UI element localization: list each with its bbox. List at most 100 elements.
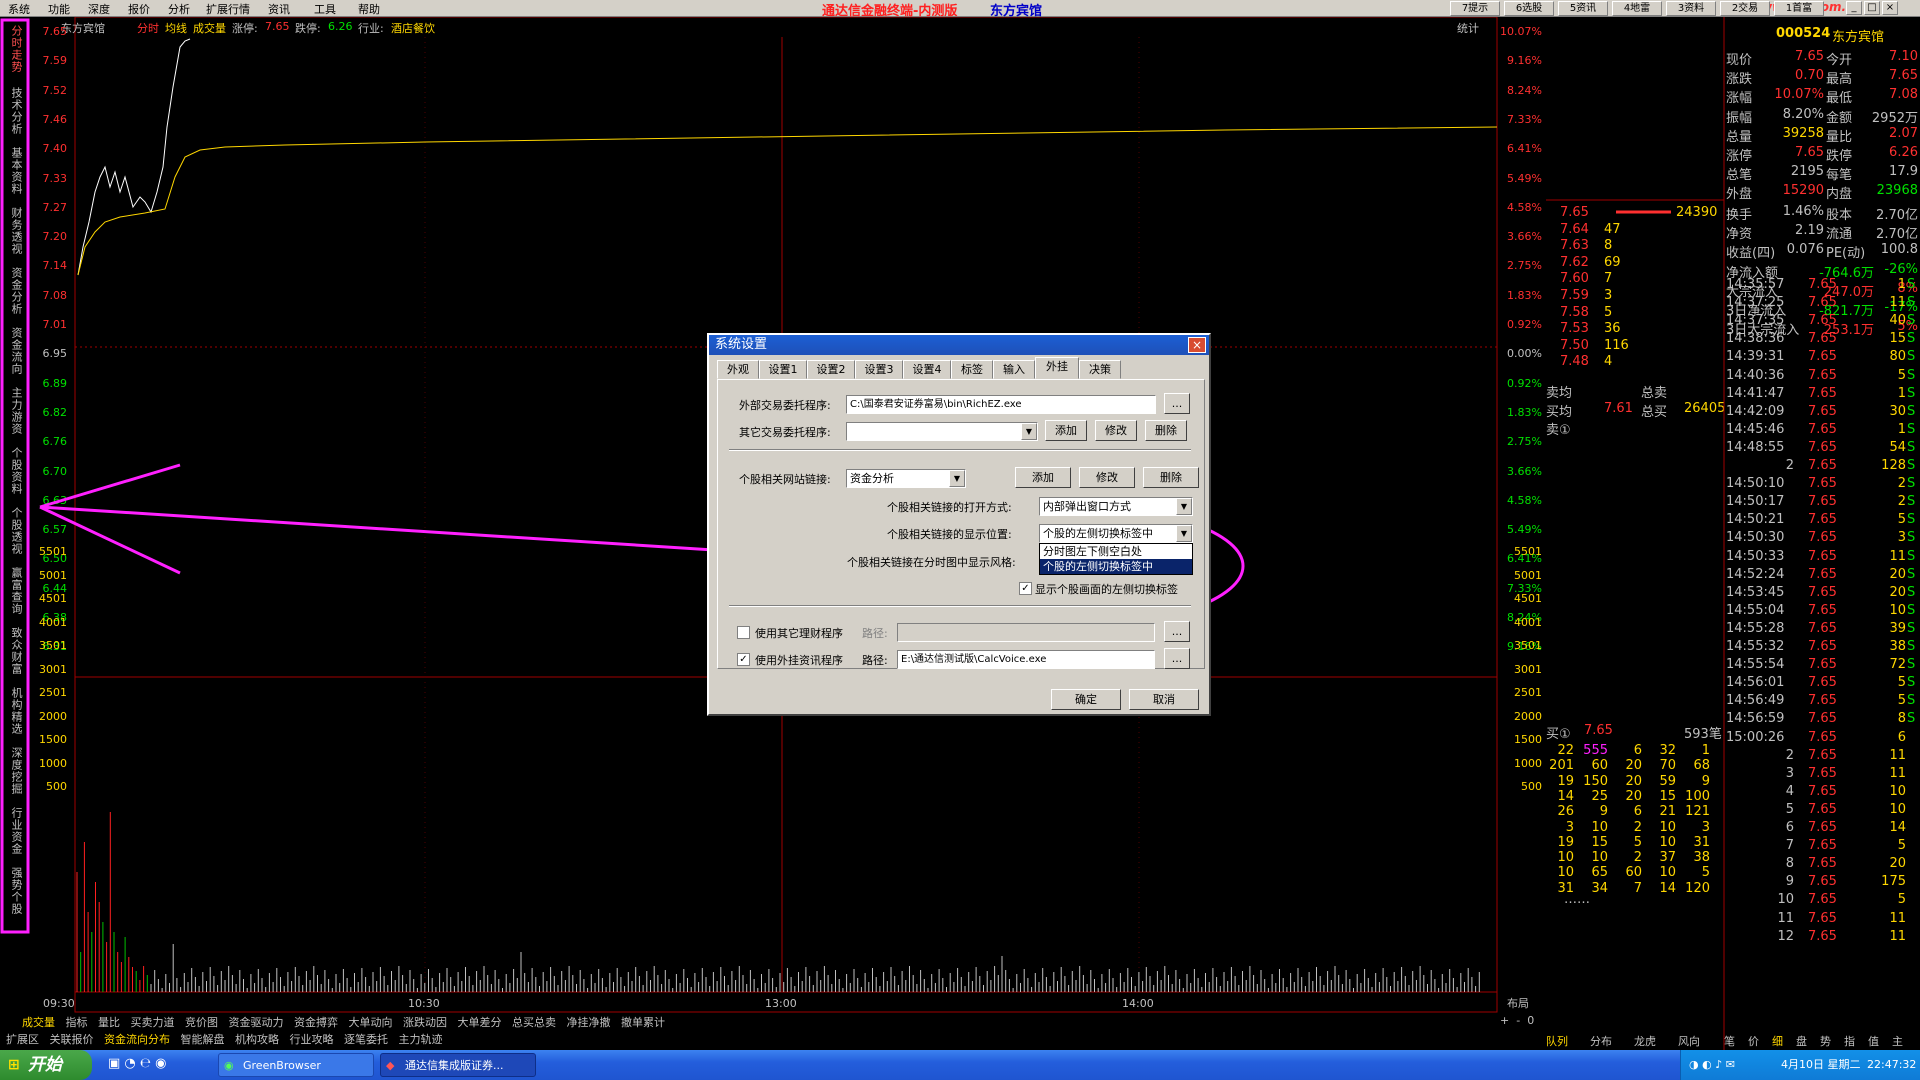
show-tabs-checkbox[interactable]: ✓ — [1019, 582, 1032, 595]
ext-tab-area[interactable]: 扩展区 — [6, 1033, 39, 1046]
ext-tab-order-by-order[interactable]: 逐笔委托 — [344, 1033, 388, 1046]
tab-labels[interactable]: 标签 — [951, 360, 993, 379]
use-other-finance-checkbox[interactable] — [737, 626, 750, 639]
tab-appearance[interactable]: 外观 — [717, 360, 759, 379]
menu-analysis[interactable]: 分析 — [168, 1, 190, 17]
quick-btn-info[interactable]: 3资料 — [1666, 1, 1716, 16]
menu-system[interactable]: 系统 — [8, 1, 30, 17]
quick-btn-hint[interactable]: 7提示 — [1450, 1, 1500, 16]
panel-tab[interactable]: 势 — [1820, 1033, 1831, 1049]
bottom-tab-fund-drive[interactable]: 资金驱动力 — [229, 1016, 284, 1029]
site-link-add-button[interactable]: 添加 — [1015, 467, 1071, 488]
bottom-tab-net-pending[interactable]: 净挂净撤 — [567, 1016, 611, 1029]
panel-tab[interactable]: 盘 — [1796, 1033, 1807, 1049]
panel-tab[interactable]: 龙虎 — [1634, 1033, 1656, 1049]
other-trade-add-button[interactable]: 添加 — [1045, 420, 1087, 441]
quick-btn-trade[interactable]: 2交易 — [1720, 1, 1770, 16]
left-tab-institution[interactable]: 机构精选 — [2, 687, 23, 735]
maximize-button[interactable]: □ — [1864, 1, 1880, 15]
ext-tab-main-track[interactable]: 主力轨迹 — [399, 1033, 443, 1046]
bottom-tab-fund-game[interactable]: 资金搏弈 — [294, 1016, 338, 1029]
tab-settings-4[interactable]: 设置4 — [903, 360, 951, 379]
ext-trade-browse-button[interactable]: ... — [1164, 393, 1190, 414]
other-trade-select[interactable]: ▼ — [846, 422, 1038, 441]
bottom-tab-volume-ratio[interactable]: 量比 — [98, 1016, 120, 1029]
start-button[interactable]: ⊞ 开始 — [0, 1050, 92, 1080]
panel-tab[interactable]: 价 — [1748, 1033, 1759, 1049]
left-tab-industry-fund[interactable]: 行业资金 — [2, 807, 23, 855]
tab-settings-1[interactable]: 设置1 — [759, 360, 807, 379]
stats-button[interactable]: 统计 — [1457, 20, 1479, 36]
tab-decision[interactable]: 决策 — [1079, 360, 1121, 379]
task-greenbrowser[interactable]: ◉ GreenBrowser — [218, 1053, 374, 1077]
menu-function[interactable]: 功能 — [48, 1, 70, 17]
site-link-modify-button[interactable]: 修改 — [1079, 467, 1135, 488]
open-mode-select[interactable]: 内部弹出窗口方式 ▼ — [1039, 497, 1193, 516]
panel-tab[interactable]: 队列 — [1546, 1033, 1568, 1049]
task-tdx[interactable]: ◆ 通达信集成版证券... — [380, 1053, 536, 1077]
other-trade-delete-button[interactable]: 删除 — [1145, 420, 1187, 441]
quick-btn-news[interactable]: 5资讯 — [1558, 1, 1608, 16]
quick-btn-richest[interactable]: 1首富 — [1774, 1, 1824, 16]
other-trade-modify-button[interactable]: 修改 — [1095, 420, 1137, 441]
bottom-tab-big-diff[interactable]: 大单差分 — [458, 1016, 502, 1029]
bottom-tab-cancel-total[interactable]: 撤单累计 — [621, 1016, 665, 1029]
ext-trade-path-input[interactable]: C:\国泰君安证券富易\bin\RichEZ.exe — [846, 395, 1156, 414]
tray-icons[interactable]: ◑ ◐ ♪ ✉ — [1689, 1050, 1735, 1080]
bottom-tab-total-buy-sell[interactable]: 总买总卖 — [512, 1016, 556, 1029]
bottom-tab-indicator[interactable]: 指标 — [66, 1016, 88, 1029]
panel-tab[interactable]: 笔 — [1724, 1033, 1735, 1049]
left-tab-basic[interactable]: 基本资料 — [2, 147, 23, 195]
panel-tab[interactable]: 细 — [1772, 1033, 1783, 1049]
panel-tab[interactable]: 指 — [1844, 1033, 1855, 1049]
ok-button[interactable]: 确定 — [1051, 689, 1121, 710]
layout-button[interactable]: 布局 — [1507, 995, 1529, 1011]
left-tab-strong-stocks[interactable]: 强势个股 — [2, 867, 23, 915]
tab-input[interactable]: 输入 — [993, 360, 1035, 379]
left-tab-wealth[interactable]: 致众财富 — [2, 627, 23, 675]
display-position-select[interactable]: 个股的左侧切换标签中 ▼ — [1039, 524, 1193, 543]
panel-tab[interactable]: 分布 — [1590, 1033, 1612, 1049]
panel-tab[interactable]: 主 — [1892, 1033, 1903, 1049]
menu-depth[interactable]: 深度 — [88, 1, 110, 17]
bottom-tab-rise-fall[interactable]: 涨跌动因 — [403, 1016, 447, 1029]
ext-tab-institution[interactable]: 机构攻略 — [235, 1033, 279, 1046]
zoom-out-button[interactable]: - — [1516, 1014, 1520, 1027]
ext-tab-industry[interactable]: 行业攻略 — [290, 1033, 334, 1046]
left-tab-yingfu[interactable]: 赢富查询 — [2, 567, 23, 615]
ext-info-browse-button[interactable]: ... — [1164, 648, 1190, 669]
bottom-tab-buy-sell-force[interactable]: 买卖力道 — [131, 1016, 175, 1029]
quicklaunch-icons[interactable]: ▣ ◔ ℮ ◉ — [108, 1056, 166, 1071]
ext-tab-related-quote[interactable]: 关联报价 — [50, 1033, 94, 1046]
ext-tab-fund-flow[interactable]: 资金流向分布 — [104, 1033, 170, 1046]
menu-news[interactable]: 资讯 — [268, 1, 290, 17]
left-tab-stock-info[interactable]: 个股资料 — [2, 447, 23, 495]
quick-btn-mine[interactable]: 4地雷 — [1612, 1, 1662, 16]
menu-quote[interactable]: 报价 — [128, 1, 150, 17]
zoom-reset-button[interactable]: 0 — [1527, 1014, 1534, 1027]
other-finance-path-input[interactable] — [897, 623, 1155, 642]
use-ext-info-checkbox[interactable]: ✓ — [737, 653, 750, 666]
ext-info-path-input[interactable]: E:\通达信测试版\CalcVoice.exe — [897, 650, 1155, 669]
panel-tab[interactable]: 值 — [1868, 1033, 1879, 1049]
panel-tab[interactable]: 风向 — [1678, 1033, 1700, 1049]
tab-settings-2[interactable]: 设置2 — [807, 360, 855, 379]
left-tab-fund-flow[interactable]: 资金流向 — [2, 327, 23, 375]
zoom-in-button[interactable]: + — [1500, 1014, 1509, 1027]
bottom-tab-auction[interactable]: 竞价图 — [185, 1016, 218, 1029]
left-tab-intraday[interactable]: 分时走势 — [2, 25, 23, 73]
cancel-button[interactable]: 取消 — [1129, 689, 1199, 710]
left-tab-finance[interactable]: 财务透视 — [2, 207, 23, 255]
other-finance-browse-button[interactable]: ... — [1164, 621, 1190, 642]
minimize-button[interactable]: _ — [1846, 1, 1862, 15]
quick-btn-stock-pick[interactable]: 6选股 — [1504, 1, 1554, 16]
tab-plugins[interactable]: 外挂 — [1035, 357, 1079, 379]
site-link-select[interactable]: 资金分析 ▼ — [846, 469, 966, 488]
site-link-delete-button[interactable]: 删除 — [1143, 467, 1199, 488]
left-tab-technical[interactable]: 技术分析 — [2, 87, 23, 135]
left-tab-deep-mining[interactable]: 深度挖掘 — [2, 747, 23, 795]
left-tab-fund-analysis[interactable]: 资金分析 — [2, 267, 23, 315]
dropdown-option[interactable]: 分时图左下侧空白处 — [1040, 544, 1192, 559]
menu-extended-market[interactable]: 扩展行情 — [206, 1, 250, 17]
left-tab-stock-view[interactable]: 个股透视 — [2, 507, 23, 555]
